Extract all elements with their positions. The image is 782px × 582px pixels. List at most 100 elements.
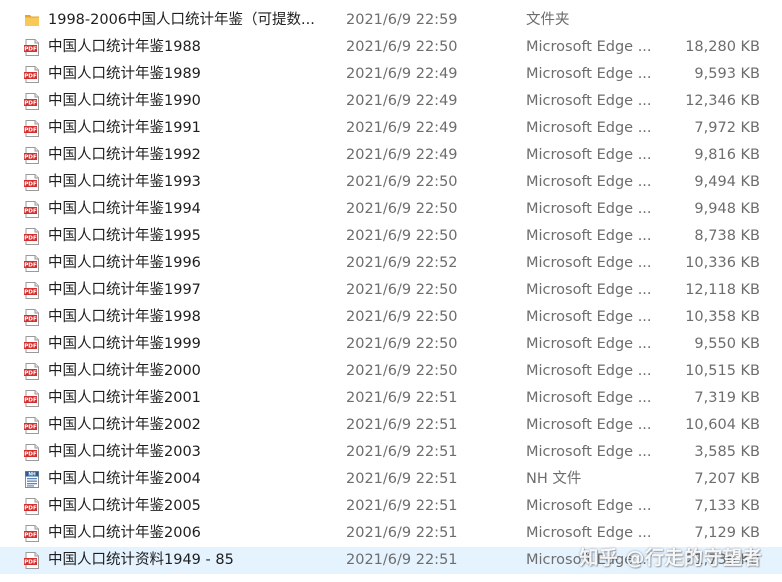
svg-text:PDF: PDF xyxy=(24,128,37,134)
file-date-modified: 2021/6/9 22:49 xyxy=(346,93,458,109)
file-name: 中国人口统计年鉴2005 xyxy=(48,498,201,514)
file-date-modified: 2021/6/9 22:50 xyxy=(346,336,458,352)
svg-text:PDF: PDF xyxy=(24,425,37,431)
file-date-modified: 2021/6/9 22:51 xyxy=(346,390,458,406)
file-name: 中国人口统计年鉴1995 xyxy=(48,228,201,244)
file-name: 中国人口统计年鉴1992 xyxy=(48,147,201,163)
file-date-modified: 2021/6/9 22:51 xyxy=(346,471,458,487)
file-size: 9,593 KB xyxy=(694,66,760,82)
file-size: 7,319 KB xyxy=(694,390,760,406)
file-name: 中国人口统计年鉴1993 xyxy=(48,174,201,190)
folder-row[interactable]: 1998-2006中国人口统计年鉴（可提数... 2021/6/9 22:59 文件… xyxy=(0,7,782,34)
pdf-icon: PDF xyxy=(24,444,40,461)
pdf-icon: PDF xyxy=(24,120,40,137)
pdf-icon: PDF xyxy=(24,201,40,218)
file-date-modified: 2021/6/9 22:51 xyxy=(346,417,458,433)
folder-icon xyxy=(24,12,40,29)
file-name: 中国人口统计资料1949 - 85 xyxy=(48,552,234,568)
file-type: 文件夹 xyxy=(526,12,570,28)
file-type: Microsoft Edge ... xyxy=(526,201,652,217)
file-row[interactable]: PDF 中国人口统计年鉴1997 2021/6/9 22:50 Microsoft E… xyxy=(0,277,782,304)
file-row[interactable]: PDF 中国人口统计年鉴1996 2021/6/9 22:52 Microsoft E… xyxy=(0,250,782,277)
file-date-modified: 2021/6/9 22:49 xyxy=(346,147,458,163)
file-row[interactable]: PDF 中国人口统计年鉴2002 2021/6/9 22:51 Microsoft E… xyxy=(0,412,782,439)
file-type: NH 文件 xyxy=(526,471,582,487)
svg-text:PDF: PDF xyxy=(24,74,37,80)
pdf-icon: PDF xyxy=(24,309,40,326)
pdf-icon: PDF xyxy=(24,363,40,380)
file-size: 18,280 KB xyxy=(685,39,760,55)
file-name: 中国人口统计年鉴1996 xyxy=(48,255,201,271)
file-size: 10,358 KB xyxy=(685,309,760,325)
svg-text:PDF: PDF xyxy=(24,182,37,188)
svg-text:PDF: PDF xyxy=(24,452,37,458)
file-type: Microsoft Edge ... xyxy=(526,417,652,433)
file-row[interactable]: PDF 中国人口统计年鉴2003 2021/6/9 22:51 Microsoft E… xyxy=(0,439,782,466)
file-type: Microsoft Edge ... xyxy=(526,39,652,55)
file-row[interactable]: PDF 中国人口统计年鉴2001 2021/6/9 22:51 Microsoft E… xyxy=(0,385,782,412)
svg-text:PDF: PDF xyxy=(24,263,37,269)
file-date-modified: 2021/6/9 22:51 xyxy=(346,525,458,541)
file-row[interactable]: PDF 中国人口统计年鉴2000 2021/6/9 22:50 Microsoft E… xyxy=(0,358,782,385)
file-size: 3,585 KB xyxy=(694,444,760,460)
file-date-modified: 2021/6/9 22:50 xyxy=(346,174,458,190)
file-size: 7,207 KB xyxy=(694,471,760,487)
file-row[interactable]: PDF 中国人口统计年鉴1995 2021/6/9 22:50 Microsoft E… xyxy=(0,223,782,250)
file-size: 9,816 KB xyxy=(694,147,760,163)
file-name: 中国人口统计年鉴2006 xyxy=(48,525,201,541)
svg-text:PDF: PDF xyxy=(24,236,37,242)
file-type: Microsoft Edge ... xyxy=(526,174,652,190)
file-date-modified: 2021/6/9 22:50 xyxy=(346,228,458,244)
file-type: Microsoft Edge ... xyxy=(526,147,652,163)
file-size: 9,494 KB xyxy=(694,174,760,190)
file-list: 1998-2006中国人口统计年鉴（可提数... 2021/6/9 22:59 文件… xyxy=(0,7,782,574)
pdf-icon: PDF xyxy=(24,552,40,569)
file-name: 中国人口统计年鉴1988 xyxy=(48,39,201,55)
svg-text:PDF: PDF xyxy=(24,506,37,512)
file-row[interactable]: PDF 中国人口统计年鉴1994 2021/6/9 22:50 Microsoft E… xyxy=(0,196,782,223)
file-name: 中国人口统计年鉴1998 xyxy=(48,309,201,325)
file-row[interactable]: NH 中国人口统计年鉴2004 2021/6/9 22:51 NH 文件 7,207 K… xyxy=(0,466,782,493)
svg-text:PDF: PDF xyxy=(24,209,37,215)
watermark: 知乎 @行走的守望者 xyxy=(579,547,762,569)
file-row[interactable]: PDF 中国人口统计年鉴1989 2021/6/9 22:49 Microsoft E… xyxy=(0,61,782,88)
file-name: 1998-2006中国人口统计年鉴（可提数... xyxy=(48,12,315,28)
file-name: 中国人口统计年鉴2002 xyxy=(48,417,201,433)
file-row[interactable]: PDF 中国人口统计年鉴1988 2021/6/9 22:50 Microsoft E… xyxy=(0,34,782,61)
file-row[interactable]: PDF 中国人口统计年鉴1998 2021/6/9 22:50 Microsoft E… xyxy=(0,304,782,331)
file-row[interactable]: PDF 中国人口统计年鉴1993 2021/6/9 22:50 Microsoft E… xyxy=(0,169,782,196)
file-date-modified: 2021/6/9 22:51 xyxy=(346,552,458,568)
file-row[interactable]: PDF 中国人口统计年鉴1999 2021/6/9 22:50 Microsoft E… xyxy=(0,331,782,358)
file-size: 9,550 KB xyxy=(694,336,760,352)
file-type: Microsoft Edge ... xyxy=(526,363,652,379)
file-type: Microsoft Edge ... xyxy=(526,390,652,406)
file-type: Microsoft Edge ... xyxy=(526,444,652,460)
file-size: 9,948 KB xyxy=(694,201,760,217)
svg-text:PDF: PDF xyxy=(24,533,37,539)
file-row[interactable]: PDF 中国人口统计年鉴1992 2021/6/9 22:49 Microsoft E… xyxy=(0,142,782,169)
file-date-modified: 2021/6/9 22:50 xyxy=(346,39,458,55)
pdf-icon: PDF xyxy=(24,498,40,515)
svg-text:PDF: PDF xyxy=(24,560,37,566)
file-size: 7,972 KB xyxy=(694,120,760,136)
file-name: 中国人口统计年鉴1989 xyxy=(48,66,201,82)
file-row[interactable]: PDF 中国人口统计年鉴1990 2021/6/9 22:49 Microsoft E… xyxy=(0,88,782,115)
file-row[interactable]: PDF 中国人口统计年鉴1991 2021/6/9 22:49 Microsoft E… xyxy=(0,115,782,142)
file-type: Microsoft Edge ... xyxy=(526,120,652,136)
pdf-icon: PDF xyxy=(24,417,40,434)
file-row[interactable]: PDF 中国人口统计年鉴2005 2021/6/9 22:51 Microsoft E… xyxy=(0,493,782,520)
file-type: Microsoft Edge ... xyxy=(526,282,652,298)
pdf-icon: PDF xyxy=(24,174,40,191)
file-name: 中国人口统计年鉴1991 xyxy=(48,120,201,136)
file-type: Microsoft Edge ... xyxy=(526,309,652,325)
file-size: 12,346 KB xyxy=(685,93,760,109)
file-size: 12,118 KB xyxy=(685,282,760,298)
file-size: 10,515 KB xyxy=(685,363,760,379)
file-date-modified: 2021/6/9 22:50 xyxy=(346,282,458,298)
nh-file-icon: NH xyxy=(24,471,40,488)
pdf-icon: PDF xyxy=(24,282,40,299)
svg-text:PDF: PDF xyxy=(24,317,37,323)
pdf-icon: PDF xyxy=(24,93,40,110)
pdf-icon: PDF xyxy=(24,255,40,272)
file-name: 中国人口统计年鉴2003 xyxy=(48,444,201,460)
